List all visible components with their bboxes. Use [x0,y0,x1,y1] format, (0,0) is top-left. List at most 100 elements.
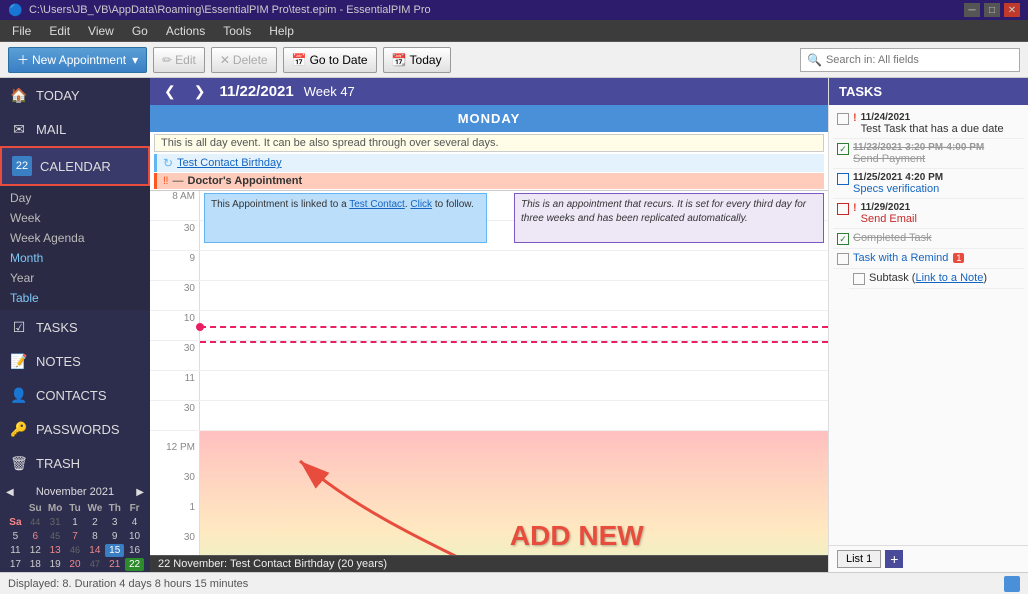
edit-icon: ✏ [162,53,172,67]
time-grid[interactable]: 8 AM This Appointment is linked to a Tes… [150,191,828,555]
mini-cal-d3a[interactable]: 3 [105,516,124,529]
birthday-event[interactable]: ↻ Test Contact Birthday [154,154,824,172]
mini-cal-d20[interactable]: 20 [66,558,85,571]
task-item-7[interactable]: Subtask (Link to a Note) [849,269,1024,289]
menu-help[interactable]: Help [261,22,302,40]
status-text: Displayed: 8. Duration 4 days 8 hours 15… [8,578,248,590]
mini-cal-d16[interactable]: 16 [125,544,144,557]
sidebar-item-mail[interactable]: ✉ MAIL [0,112,150,146]
minimize-button[interactable]: ─ [964,3,980,17]
time-cell-9am[interactable] [200,251,828,280]
add-list-button[interactable]: + [885,550,903,568]
recurring-appointment-text: This is an appointment that recurs. It i… [521,199,806,224]
sidebar-sub-week-agenda[interactable]: Week Agenda [0,228,150,248]
menu-actions[interactable]: Actions [158,22,213,40]
all-day-event[interactable]: This is all day event. It can be also sp… [154,134,824,152]
search-box[interactable]: 🔍 [800,48,1020,72]
task-item-1[interactable]: ! 11/24/2021 Test Task that has a due da… [833,109,1024,139]
sidebar-label-trash: TRASH [36,456,80,471]
mini-cal-d12[interactable]: 12 [26,544,45,557]
today-button[interactable]: 📆 Today [383,47,451,73]
task-item-3[interactable]: 11/25/2021 4:20 PM Specs verification [833,169,1024,199]
search-input[interactable] [826,54,1006,66]
mini-cal-d17[interactable]: 17 [6,558,25,571]
sidebar-item-notes[interactable]: 📝 NOTES [0,344,150,378]
sidebar-sub-week[interactable]: Week [0,208,150,228]
mini-cal-d1a[interactable]: 1 [66,516,85,529]
mini-cal-d7[interactable]: 7 [66,530,85,543]
sidebar-sub-table[interactable]: Table [0,288,150,308]
mini-cal-d13[interactable]: 13 [46,544,65,557]
menu-go[interactable]: Go [124,22,156,40]
mini-cal-d8[interactable]: 8 [85,530,104,543]
task-checkbox-6[interactable] [837,253,849,265]
menu-tools[interactable]: Tools [215,22,259,40]
time-label-930: 30 [150,281,200,310]
sidebar-item-calendar[interactable]: 22 CALENDAR [0,146,150,186]
task-item-6[interactable]: Task with a Remind 1 [833,249,1024,269]
mini-cal-next[interactable]: ▶ [136,487,144,498]
menu-view[interactable]: View [80,22,122,40]
doctor-appointment-event[interactable]: ‼ — Doctor's Appointment [154,173,824,189]
task-item-4[interactable]: ! 11/29/2021 Send Email [833,199,1024,229]
sidebar-item-today[interactable]: 🏠 TODAY [0,78,150,112]
mini-cal-d21[interactable]: 21 [105,558,124,571]
task-checkbox-3[interactable] [837,173,849,185]
mini-cal-d2a[interactable]: 2 [85,516,104,529]
task-checkbox-5[interactable]: ✓ [837,233,849,245]
edit-button[interactable]: ✏ Edit [153,47,205,73]
cal-prev-button[interactable]: ❮ [160,83,180,100]
sidebar-item-tasks[interactable]: ☑ TASKS [0,310,150,344]
today-icon: 📆 [392,53,407,67]
mini-cal-d5a[interactable]: 5 [6,530,25,543]
mini-cal-d11[interactable]: 11 [6,544,25,557]
maximize-button[interactable]: □ [984,3,1000,17]
mini-cal-d22[interactable]: 22 [125,558,144,571]
appointment-dash: — [173,175,184,187]
task-checkbox-2[interactable]: ✓ [837,143,849,155]
mini-cal-d15[interactable]: 15 [105,544,124,557]
big-color-section[interactable]: 12 PM 30 1 30 2 30 ADD NEW APPOINTMENTIN… [150,431,828,555]
sidebar-sub-year[interactable]: Year [0,268,150,288]
appointment-fill-area[interactable]: ADD NEW APPOINTMENTIN CALENDAR [200,431,828,555]
close-button[interactable]: ✕ [1004,3,1020,17]
sidebar-item-trash[interactable]: 🗑 TRASH [0,446,150,480]
mini-cal-d14[interactable]: 14 [85,544,104,557]
task-checkbox-4[interactable] [837,203,849,215]
recurring-appointment-event[interactable]: This is an appointment that recurs. It i… [514,193,824,243]
mini-cal-d31[interactable]: 31 [46,516,65,529]
new-appointment-button[interactable]: ＋ New Appointment ▾ [8,47,147,73]
time-cell-930[interactable] [200,281,828,310]
menu-edit[interactable]: Edit [41,22,78,40]
task-item-2[interactable]: ✓ 11/23/2021 3:20 PM-4:00 PM Send Paymen… [833,139,1024,169]
cal-next-button[interactable]: ❯ [190,83,210,100]
mini-cal-d9[interactable]: 9 [105,530,124,543]
time-cell-10am[interactable] [200,311,828,340]
sidebar-sub-day[interactable]: Day [0,188,150,208]
linked-appointment-event[interactable]: This Appointment is linked to a Test Con… [204,193,487,243]
delete-button[interactable]: ✕ Delete [211,47,277,73]
task-content-1: 11/24/2021 Test Task that has a due date [861,112,1004,135]
time-cell-8am[interactable]: This Appointment is linked to a Test Con… [200,191,828,220]
all-day-section: This is all day event. It can be also sp… [150,132,828,191]
sidebar-item-contacts[interactable]: 👤 CONTACTS [0,378,150,412]
mini-cal-d6a[interactable]: 6 [26,530,45,543]
go-to-date-button[interactable]: 📅 Go to Date [283,47,377,73]
sidebar-item-passwords[interactable]: 🔑 PASSWORDS [0,412,150,446]
list-selector-button[interactable]: List 1 [837,550,881,568]
task-checkbox-7[interactable] [853,273,865,285]
menu-file[interactable]: File [4,22,39,40]
mini-cal-d4a[interactable]: 4 [125,516,144,529]
time-cell-11am[interactable] [200,371,828,400]
sidebar-sub-month[interactable]: Month [0,248,150,268]
mini-cal-wk47: 47 [85,558,104,571]
time-cell-1130[interactable] [200,401,828,430]
mini-cal-d18[interactable]: 18 [26,558,45,571]
task-checkbox-1[interactable] [837,113,849,125]
mini-cal-prev[interactable]: ◀ [6,487,14,498]
mini-cal-d19[interactable]: 19 [46,558,65,571]
time-cell-1030[interactable] [200,341,828,370]
task-date-2: 11/23/2021 3:20 PM-4:00 PM [853,142,984,153]
mini-cal-d10[interactable]: 10 [125,530,144,543]
task-item-5[interactable]: ✓ Completed Task [833,229,1024,249]
